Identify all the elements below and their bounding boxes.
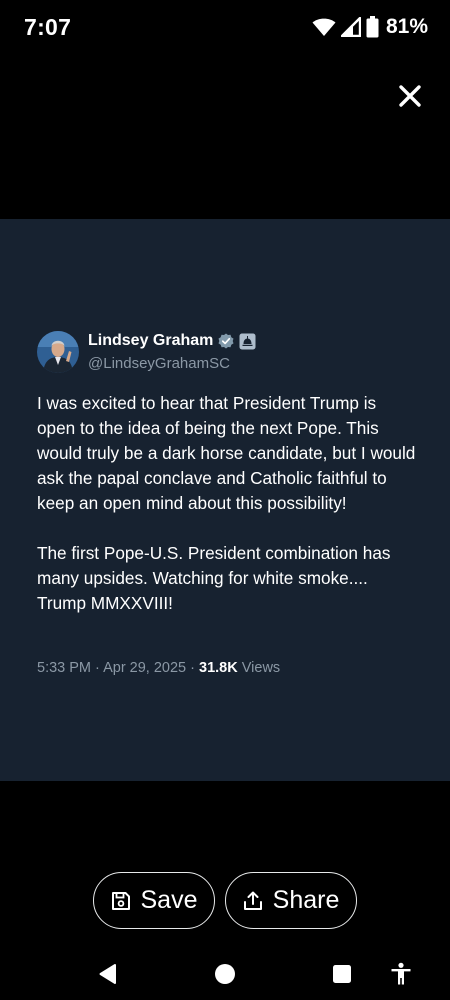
tweet-card[interactable]: Lindsey Graham @LindseyGrahamSC I was ex… xyxy=(0,219,450,781)
views-label: Views xyxy=(237,660,281,676)
close-icon xyxy=(399,85,421,107)
verified-badge-icon xyxy=(218,333,234,349)
save-label: Save xyxy=(140,886,198,914)
avatar[interactable] xyxy=(37,331,79,373)
nav-back-icon xyxy=(99,964,116,984)
accessibility-button[interactable] xyxy=(385,958,417,990)
system-nav-bar xyxy=(0,948,450,1000)
status-bar: 7:07 81% xyxy=(0,0,450,56)
battery-icon xyxy=(366,16,379,38)
government-label-icon xyxy=(239,333,256,349)
close-button[interactable] xyxy=(396,82,424,110)
nav-back-button[interactable] xyxy=(92,958,124,990)
nav-recents-button[interactable] xyxy=(326,958,358,990)
tweet-text: I was excited to hear that President Tru… xyxy=(37,393,416,613)
nav-home-button[interactable] xyxy=(209,958,241,990)
share-label: Share xyxy=(272,886,340,914)
tweet-author[interactable]: Lindsey Graham @LindseyGrahamSC xyxy=(37,331,256,373)
bookmark-save-icon xyxy=(111,891,130,910)
signal-icon xyxy=(340,17,361,37)
tweet-meta: 5:33 PM · Apr 29, 2025 · 31.8K Views xyxy=(37,660,280,676)
views-count: 31.8K xyxy=(199,660,238,676)
tweet-timestamp[interactable]: 5:33 PM · Apr 29, 2025 · xyxy=(37,660,199,676)
wifi-icon xyxy=(312,18,336,36)
author-handle[interactable]: @LindseyGrahamSC xyxy=(88,355,256,372)
save-button[interactable]: Save xyxy=(93,872,215,929)
share-button[interactable]: Share xyxy=(225,872,357,929)
battery-percent: 81% xyxy=(385,15,428,38)
status-time: 7:07 xyxy=(24,14,72,40)
nav-recents-icon xyxy=(333,965,351,983)
share-upload-icon xyxy=(243,891,262,910)
nav-home-icon xyxy=(215,964,235,984)
status-icons: 81% xyxy=(312,15,428,39)
author-name[interactable]: Lindsey Graham xyxy=(88,332,213,350)
accessibility-icon xyxy=(391,962,411,985)
